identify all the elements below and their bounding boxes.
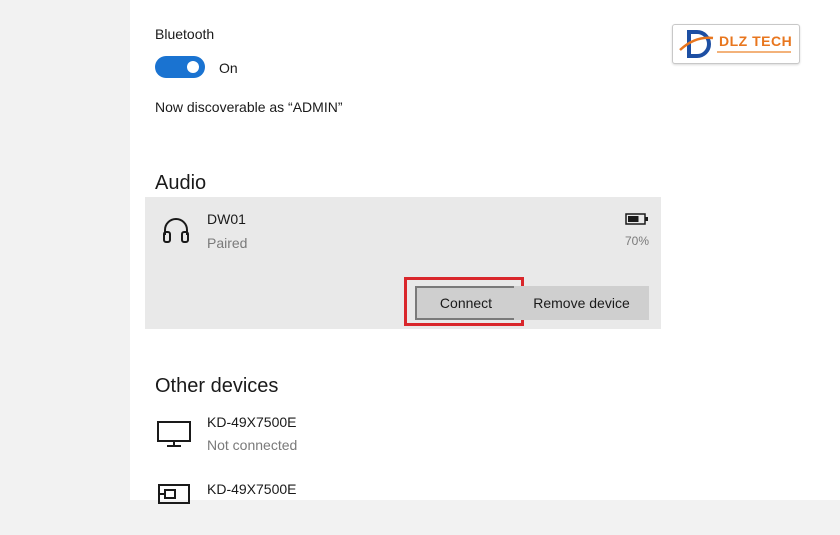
settings-panel: Bluetooth On Now discoverable as “ADMIN”… [130,0,840,504]
monitor-icon [156,420,192,453]
logo-mark-icon [679,30,714,58]
battery-icon [625,212,649,230]
left-gutter [0,0,130,500]
other-devices-section-title: Other devices [155,375,279,397]
toggle-knob [187,61,199,73]
bluetooth-toggle[interactable] [155,56,205,78]
audio-device-card[interactable]: DW01 Paired 70% Connect Remove device [145,197,661,329]
logo-underline [717,51,791,53]
headphones-icon [161,215,191,250]
other-device-item[interactable]: KD-49X7500E Not connected [130,410,630,470]
audio-section-title: Audio [155,172,207,194]
dlz-tech-logo: DLZ TECH [672,24,800,64]
logo-text: DLZ TECH [719,33,793,49]
media-device-icon [157,483,193,510]
connect-button[interactable]: Connect [415,286,517,320]
remove-device-button[interactable]: Remove device [514,286,649,320]
other-device-item[interactable]: KD-49X7500E [130,475,630,535]
other-device-name: KD-49X7500E [207,414,297,430]
discoverable-text: Now discoverable as “ADMIN” [155,99,343,115]
device-status: Paired [207,235,248,251]
other-device-name: KD-49X7500E [207,481,297,497]
bluetooth-label: Bluetooth [155,26,215,42]
bluetooth-toggle-state: On [219,60,238,76]
device-name: DW01 [207,211,246,227]
other-device-status: Not connected [207,437,298,453]
battery-percentage: 70% [624,234,649,248]
